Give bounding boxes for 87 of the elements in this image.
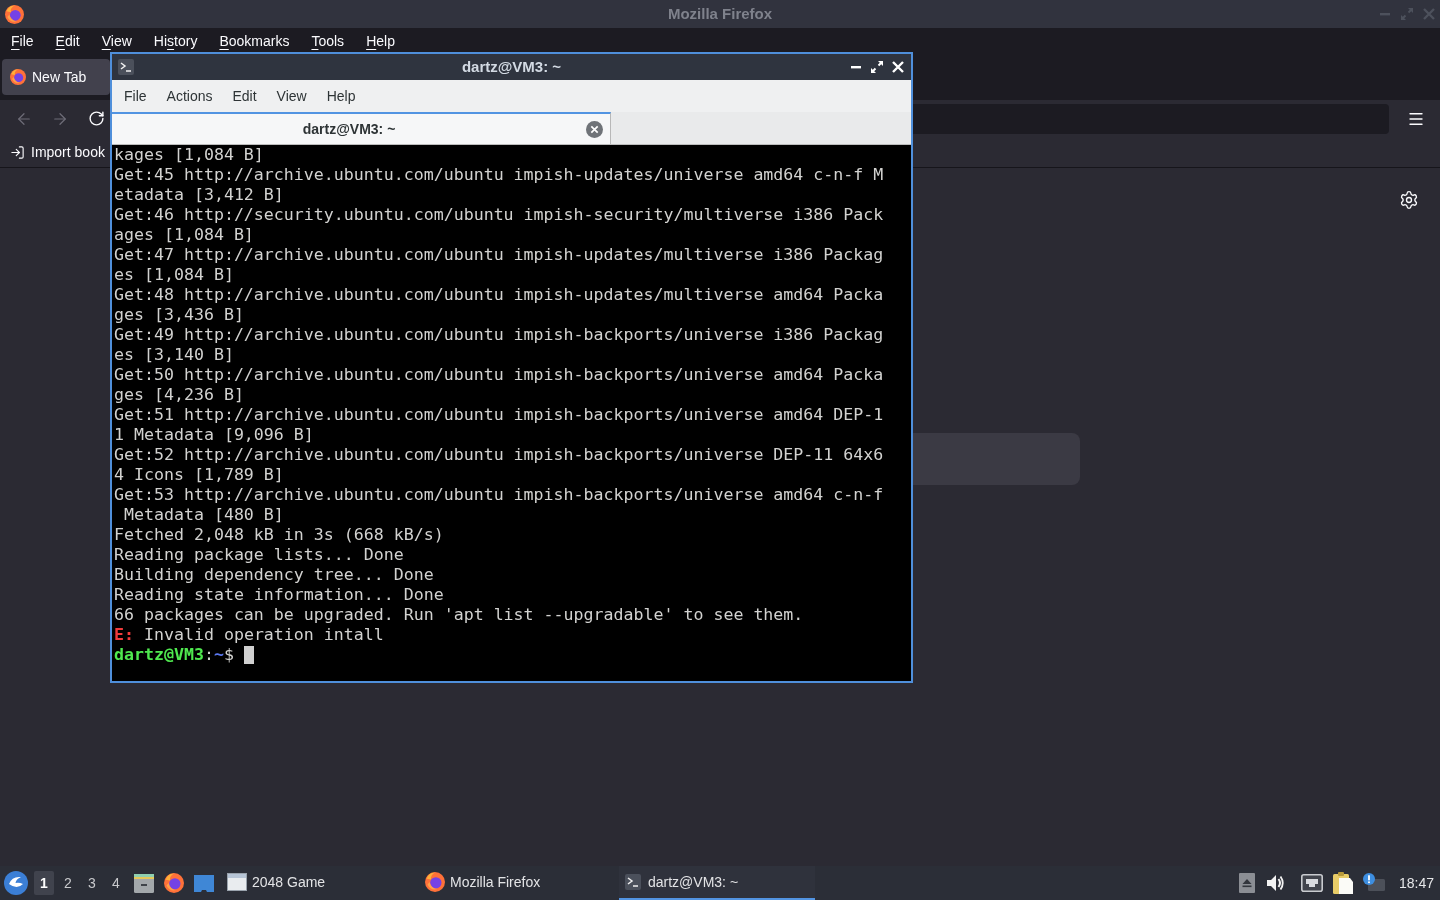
browser-icon [10, 69, 26, 85]
output-line: ges [4,236 B] [114, 385, 244, 404]
workspace-button[interactable]: 2 [58, 871, 78, 895]
eject-icon [1238, 873, 1255, 893]
notification-icon [1362, 873, 1385, 893]
desktop-icon [194, 874, 214, 892]
menu-item[interactable]: View [266, 80, 317, 112]
output-line: Get:53 http://archive.ubuntu.com/ubuntu impish-backports/universe amd64 c-n-f [114, 485, 884, 504]
terminal-icon [118, 59, 134, 75]
browser-icon [164, 873, 184, 893]
close-icon [891, 60, 905, 74]
browser-tab[interactable]: New Tab [2, 59, 110, 95]
menu-item[interactable]: Edit [222, 80, 267, 112]
menu-item[interactable]: Help [355, 28, 406, 54]
tab-title: dartz@VM3: ~ [301, 119, 397, 139]
eject-button[interactable] [1238, 873, 1255, 893]
browser-launcher[interactable] [161, 870, 187, 896]
settings-icon [1399, 190, 1419, 210]
close-icon [1422, 7, 1436, 21]
window-icon [227, 873, 247, 891]
error-line: E: Invalid operation intall [114, 625, 384, 644]
output-line: ages [1,084 B] [114, 225, 254, 244]
clipboard-button[interactable] [1332, 872, 1353, 894]
output-line: es [1,084 B] [114, 265, 234, 284]
output-line: ges [3,436 B] [114, 305, 244, 324]
output-line: Metadata [480 B] [123, 505, 284, 524]
taskbar-task[interactable]: 2048 Game [223, 866, 419, 900]
output-line: Fetched 2,048 kB in 3s (668 kB/s) [114, 525, 444, 544]
browser-icon [5, 4, 24, 24]
clock: 18:47 [1398, 873, 1434, 893]
menu-item[interactable]: Edit [44, 28, 91, 54]
output-line: Get:49 http://archive.ubuntu.com/ubuntu impish-backports/universe i386 Packag [114, 325, 884, 344]
output-line: Get:52 http://archive.ubuntu.com/ubuntu impish-backports/universe DEP-11 64x6 [114, 445, 884, 464]
import-bookmarks-button[interactable]: Import book [10, 141, 105, 163]
settings-button[interactable] [1399, 190, 1419, 210]
speaker-icon [1266, 874, 1285, 892]
prompt-line: dartz@VM3:~$ [114, 645, 234, 665]
app-menu-button[interactable] [4, 871, 28, 895]
maximize-button[interactable] [870, 60, 884, 74]
menu-item[interactable]: History [142, 28, 209, 54]
close-tab-button[interactable] [586, 120, 603, 138]
taskbar-task[interactable]: dartz@VM3: ~ [619, 866, 815, 900]
output-line: es [3,140 B] [114, 345, 234, 364]
output-line: 1 Metadata [9,096 B] [114, 425, 314, 444]
output-line: Get:46 http://security.ubuntu.com/ubuntu impish-security/multiverse i386 Pack [114, 205, 884, 224]
network-icon [1300, 874, 1323, 892]
volume-button[interactable] [1266, 874, 1285, 892]
output-line: 66 packages can be upgraded. Run 'apt list --upgradable' to see them. [114, 605, 804, 624]
window-title: dartz@VM3: ~ [461, 56, 562, 77]
output-line: etadata [3,412 B] [114, 185, 284, 204]
terminal-tab[interactable]: dartz@VM3: ~ [112, 112, 611, 144]
output-line: 4 Icons [1,789 B] [114, 465, 284, 484]
output-line: Get:50 http://archive.ubuntu.com/ubuntu impish-backports/universe amd64 Packa [114, 365, 884, 384]
window-title: Mozilla Firefox [667, 3, 773, 24]
workspace-button[interactable]: 4 [106, 871, 126, 895]
menu-item[interactable]: Actions [156, 80, 223, 112]
search-field[interactable] [913, 433, 1080, 485]
workspace-button[interactable]: 1 [34, 871, 54, 895]
output-line: Reading package lists... Done [114, 545, 404, 564]
terminal-icon [625, 874, 641, 890]
output-line: Get:45 http://archive.ubuntu.com/ubuntu impish-updates/universe amd64 c-n-f M [114, 165, 884, 184]
output-line: Reading state information... Done [114, 585, 444, 604]
app-menu-icon [4, 871, 28, 895]
menu-item[interactable]: File [0, 28, 45, 54]
file-cabinet-icon [134, 873, 154, 893]
output-line: Get:51 http://archive.ubuntu.com/ubuntu impish-backports/universe amd64 DEP-1 [114, 405, 884, 424]
menu-item[interactable]: View [90, 28, 143, 54]
output-line: Building dependency tree... Done [114, 565, 434, 584]
restore-icon [1400, 7, 1414, 21]
workspace-button[interactable]: 3 [82, 871, 102, 895]
maximize-icon [870, 60, 884, 74]
clipboard-icon [1332, 872, 1353, 894]
close-icon [586, 120, 603, 138]
browser-icon [425, 872, 445, 892]
output-line: kages [1,084 B] [114, 145, 264, 164]
menu-item[interactable]: Help [316, 80, 366, 112]
network-button[interactable] [1300, 874, 1323, 892]
menu-item[interactable]: Bookmarks [208, 28, 301, 54]
output-line: Get:48 http://archive.ubuntu.com/ubuntu impish-updates/multiverse amd64 Packa [114, 285, 884, 304]
import-icon [10, 144, 25, 160]
notifications-button[interactable] [1362, 873, 1385, 893]
address-field[interactable] [911, 103, 1389, 134]
taskbar-task[interactable]: Mozilla Firefox [421, 866, 617, 900]
menu-item[interactable]: File [114, 80, 157, 112]
output-line: Get:47 http://archive.ubuntu.com/ubuntu impish-updates/multiverse i386 Packag [114, 245, 884, 264]
menu-item[interactable]: Tools [300, 28, 356, 54]
reload-icon [87, 110, 105, 127]
